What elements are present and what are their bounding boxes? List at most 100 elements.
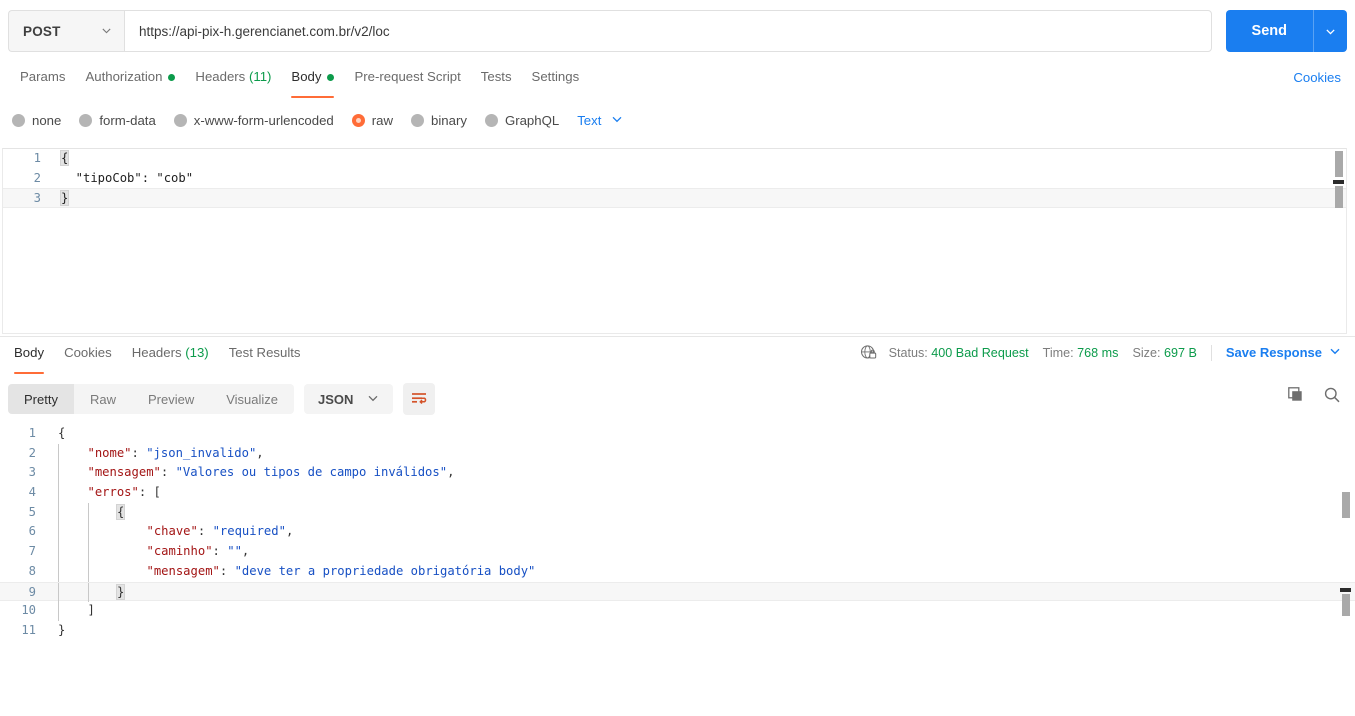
tab-label: Body xyxy=(291,69,322,84)
line-content: { xyxy=(51,149,1346,169)
code-line[interactable]: 5{ xyxy=(0,502,1355,523)
scrollbar-thumb[interactable] xyxy=(1342,492,1350,518)
body-type-label: none xyxy=(32,112,62,128)
code-line[interactable]: 8 "mensagem": "deve ter a propriedade obr… xyxy=(0,561,1355,582)
response-tab-body[interactable]: Body xyxy=(4,338,54,374)
save-response-button[interactable]: Save Response xyxy=(1226,345,1341,360)
token: : [ xyxy=(138,485,161,500)
radio-button[interactable] xyxy=(351,113,365,127)
code-line[interactable]: 2 "tipoCob": "cob" xyxy=(3,169,1346,189)
indent-guide xyxy=(58,582,88,603)
request-tabs: Params Authorization Headers (11) Body Pre-r… xyxy=(0,62,1355,98)
body-type-x-www-form-urlencoded[interactable]: x-www-form-urlencoded xyxy=(173,113,334,128)
indent-guide xyxy=(58,561,88,582)
code-line[interactable]: 7 "caminho": "", xyxy=(0,542,1355,562)
send-options-chevron-icon[interactable] xyxy=(1313,10,1347,52)
radio-button[interactable] xyxy=(79,113,93,127)
request-tab-body[interactable]: Body xyxy=(281,62,344,98)
response-view-mode-group: Pretty Raw Preview Visualize xyxy=(8,384,295,414)
request-body-editor[interactable]: 1{2 "tipoCob": "cob" 3} xyxy=(2,148,1347,334)
cookies-link[interactable]: Cookies xyxy=(1293,70,1341,85)
send-button[interactable]: Send xyxy=(1226,10,1313,52)
response-view-pretty[interactable]: Pretty xyxy=(8,384,74,414)
request-tab-settings[interactable]: Settings xyxy=(522,62,590,94)
copy-icon[interactable] xyxy=(1287,386,1305,404)
request-tab-params[interactable]: Params xyxy=(10,62,75,94)
request-tab-headers[interactable]: Headers (11) xyxy=(185,62,281,94)
token: , xyxy=(256,445,264,460)
request-url-input[interactable] xyxy=(124,10,1212,52)
body-type-none[interactable]: none xyxy=(12,113,61,128)
scrollbar-drag-handle[interactable] xyxy=(1340,588,1351,592)
tab-label: Settings xyxy=(531,69,580,84)
radio-button[interactable] xyxy=(411,113,425,127)
radio-button[interactable] xyxy=(173,113,187,127)
scrollbar-thumb-lower[interactable] xyxy=(1335,186,1343,208)
indent-guide xyxy=(117,542,147,562)
code-line[interactable]: 2 "nome": "json_invalido", xyxy=(0,443,1355,464)
code-line[interactable]: 11} xyxy=(0,621,1355,641)
code-line[interactable]: 3 "mensagem": "Valores ou tipos de campo … xyxy=(0,463,1355,484)
response-tab-cookies[interactable]: Cookies xyxy=(54,338,122,370)
response-code-lines[interactable]: 1{2 "nome": "json_invalido", 3 "mensagem": … xyxy=(0,424,1355,641)
indent-guide xyxy=(117,522,147,542)
token: : xyxy=(197,524,213,539)
token: , xyxy=(447,465,455,480)
scrollbar-thumb-lower[interactable] xyxy=(1342,594,1350,616)
search-icon[interactable] xyxy=(1323,386,1341,404)
request-editor-scrollbar[interactable] xyxy=(1333,149,1344,333)
response-view-preview[interactable]: Preview xyxy=(132,384,210,414)
indent-guide xyxy=(87,542,118,562)
tab-label: Pre-request Script xyxy=(354,69,461,84)
radio-button[interactable] xyxy=(484,113,498,127)
token: { xyxy=(58,426,66,440)
line-content: { xyxy=(48,424,1355,444)
raw-language-select[interactable]: Text xyxy=(577,113,623,128)
code-line[interactable]: 10] xyxy=(0,601,1355,621)
request-tab-pre-request-script[interactable]: Pre-request Script xyxy=(344,62,470,94)
line-number: 4 xyxy=(28,485,36,500)
code-line[interactable]: 9} xyxy=(0,581,1355,603)
send-button-group[interactable]: Send xyxy=(1225,10,1347,52)
radio-button[interactable] xyxy=(12,113,25,127)
response-view-raw[interactable]: Raw xyxy=(74,384,132,414)
response-scrollbar[interactable] xyxy=(1340,424,1351,716)
tab-label: Cookies xyxy=(64,345,112,360)
body-type-binary[interactable]: binary xyxy=(411,113,467,128)
status-label: Status: xyxy=(888,345,928,360)
url-bar: POST Send xyxy=(0,0,1355,62)
scrollbar-thumb[interactable] xyxy=(1335,151,1343,177)
token: { xyxy=(115,503,126,520)
response-tab-test-results[interactable]: Test Results xyxy=(219,338,311,370)
line-content: "erros": [ xyxy=(48,483,1355,503)
code-line[interactable]: 4 "erros": [ xyxy=(0,483,1355,503)
word-wrap-toggle-button[interactable] xyxy=(403,383,436,415)
http-method-select[interactable]: POST xyxy=(8,10,124,52)
request-tab-authorization[interactable]: Authorization xyxy=(75,62,185,94)
response-body-viewer[interactable]: 1{2 "nome": "json_invalido", 3 "mensagem": … xyxy=(0,424,1355,716)
token: } xyxy=(58,622,66,637)
postman-request-window: POST Send Params Authorization Headers (11… xyxy=(0,0,1355,716)
code-line[interactable]: 6 "chave": "required", xyxy=(0,522,1355,543)
code-line[interactable]: 1{ xyxy=(3,149,1346,169)
scrollbar-drag-handle[interactable] xyxy=(1333,180,1344,184)
body-type-label: binary xyxy=(431,112,467,128)
token: : xyxy=(131,445,147,460)
response-format-select[interactable]: JSON xyxy=(304,384,394,414)
response-tab-headers[interactable]: Headers (13) xyxy=(122,338,219,370)
indent-guide xyxy=(87,502,118,523)
code-line[interactable]: 3} xyxy=(3,188,1346,208)
response-format-value: JSON xyxy=(318,391,354,407)
indent-guide xyxy=(58,483,88,503)
request-tab-tests[interactable]: Tests xyxy=(471,62,522,94)
indent-guide xyxy=(58,502,88,523)
body-type-graphql[interactable]: GraphQL xyxy=(484,113,559,128)
line-number: 2 xyxy=(28,445,36,460)
line-number: 1 xyxy=(33,151,41,165)
tab-label: Test Results xyxy=(228,345,301,360)
response-view-visualize[interactable]: Visualize xyxy=(210,384,294,414)
body-type-raw[interactable]: raw xyxy=(351,113,393,128)
code-line[interactable]: 1{ xyxy=(0,424,1355,444)
body-type-form-data[interactable]: form-data xyxy=(79,113,156,128)
request-code-lines[interactable]: 1{2 "tipoCob": "cob" 3} xyxy=(3,149,1346,208)
